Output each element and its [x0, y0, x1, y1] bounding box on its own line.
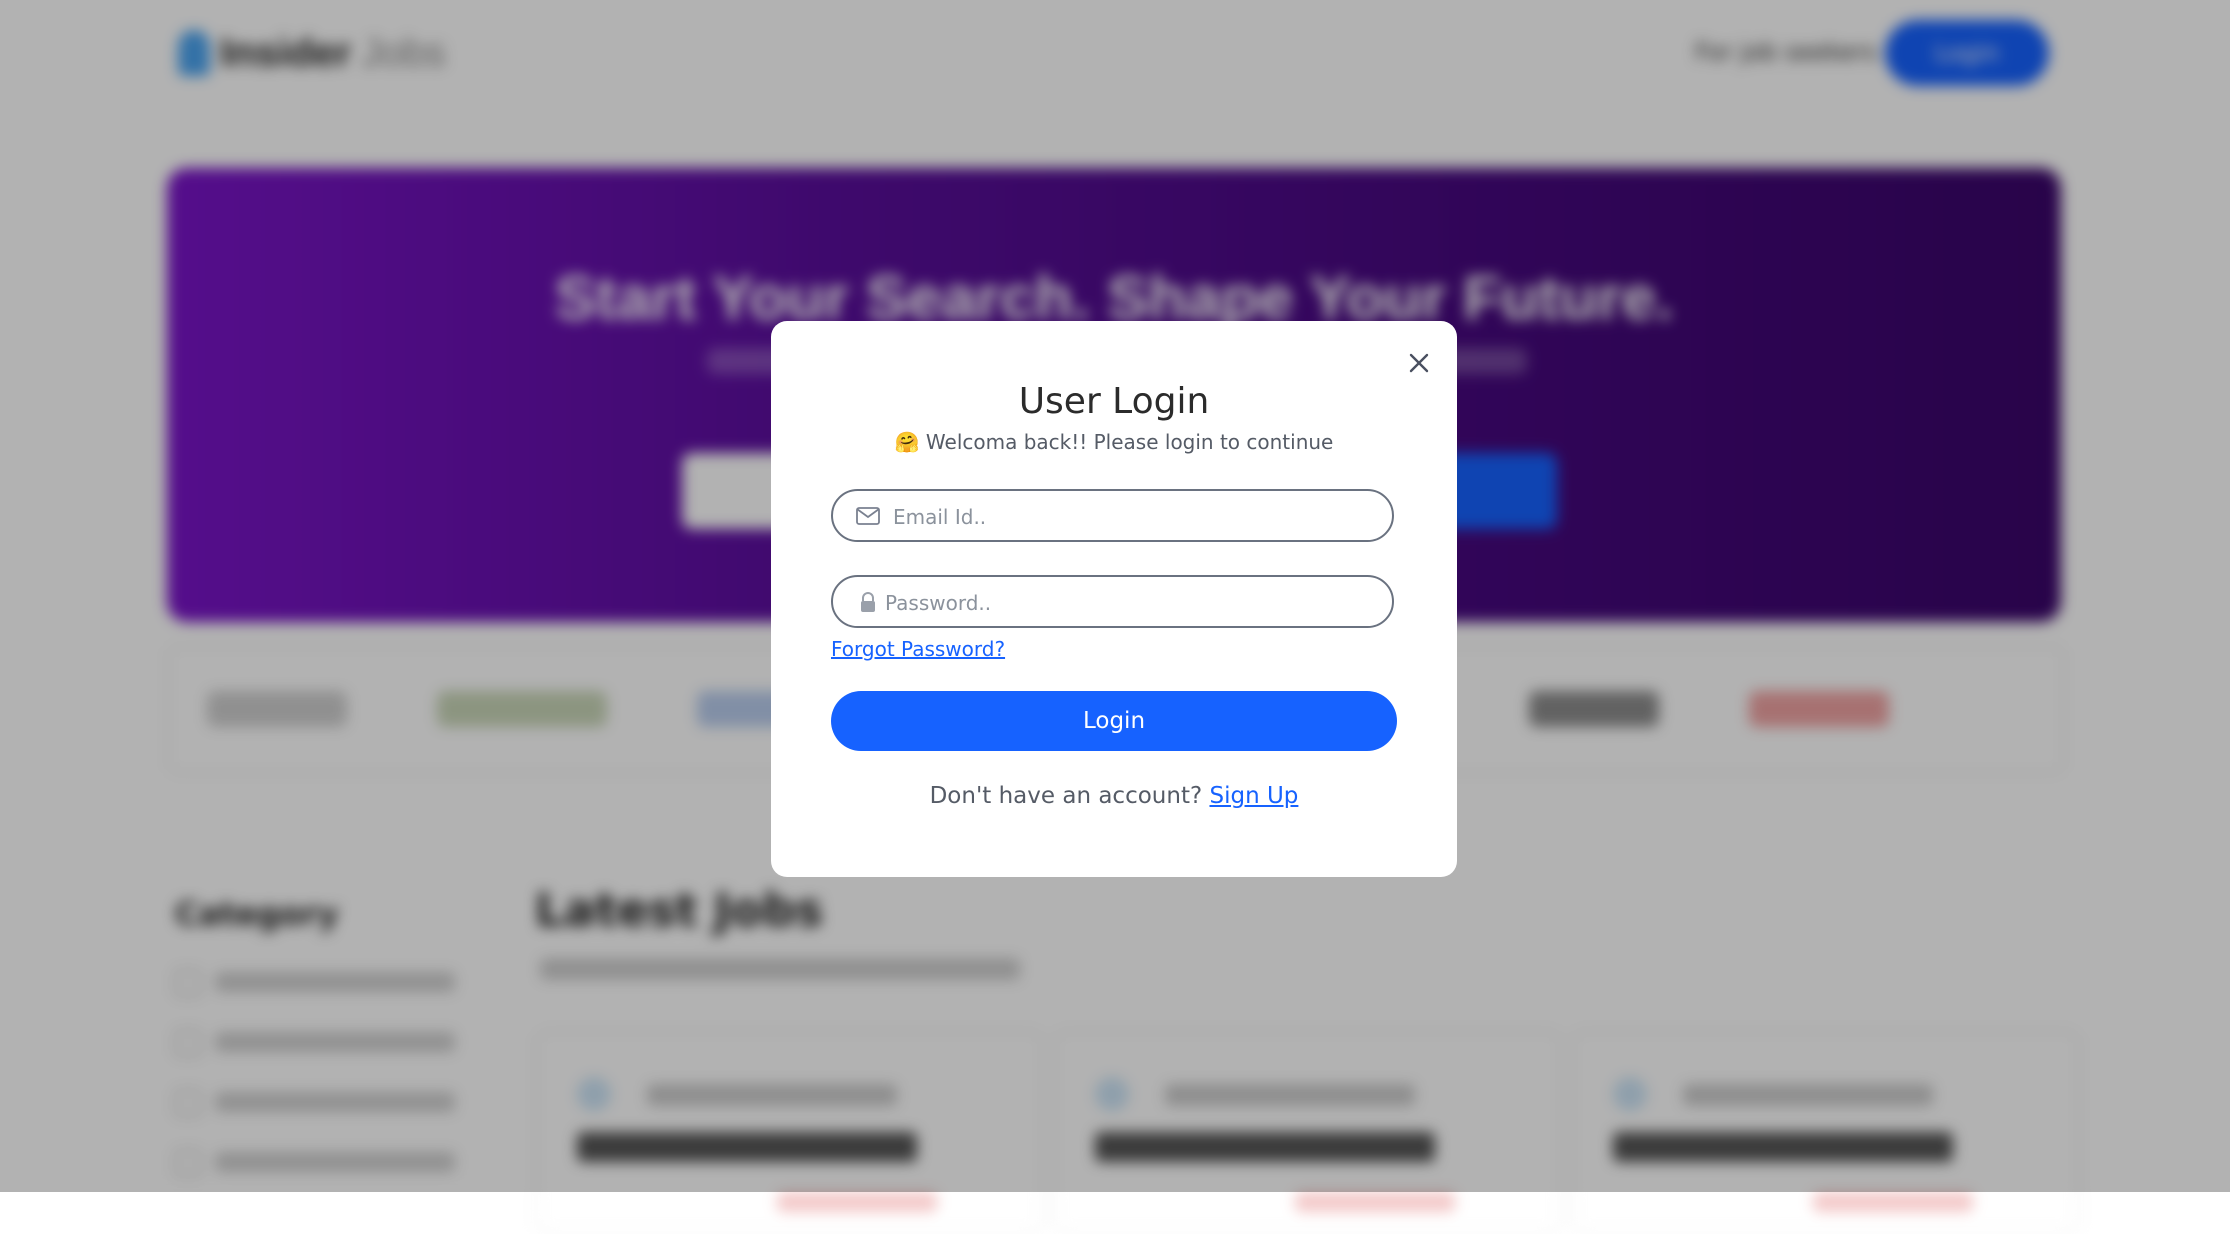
lock-icon	[861, 592, 875, 612]
modal-subtitle: 🤗 Welcoma back!! Please login to continu…	[771, 430, 1457, 454]
password-field[interactable]	[831, 575, 1394, 628]
forgot-password-link[interactable]: Forgot Password?	[831, 637, 1005, 661]
login-button[interactable]: Login	[831, 691, 1397, 751]
modal-title: User Login	[1018, 381, 1210, 422]
hugging-face-emoji: 🤗	[894, 430, 920, 454]
mail-icon	[856, 507, 880, 525]
password-input[interactable]	[883, 585, 1367, 620]
signup-row: Don't have an account? Sign Up	[771, 783, 1457, 809]
signup-link[interactable]: Sign Up	[1209, 783, 1298, 809]
login-modal: User Login 🤗 Welcoma back!! Please login…	[771, 321, 1457, 877]
close-button[interactable]	[1401, 345, 1437, 381]
signup-prompt: Don't have an account?	[929, 783, 1203, 809]
email-input[interactable]	[891, 499, 1375, 534]
email-field[interactable]	[831, 489, 1394, 542]
modal-subtitle-text: Welcoma back!! Please login to continue	[925, 430, 1334, 454]
close-icon	[1409, 353, 1429, 373]
